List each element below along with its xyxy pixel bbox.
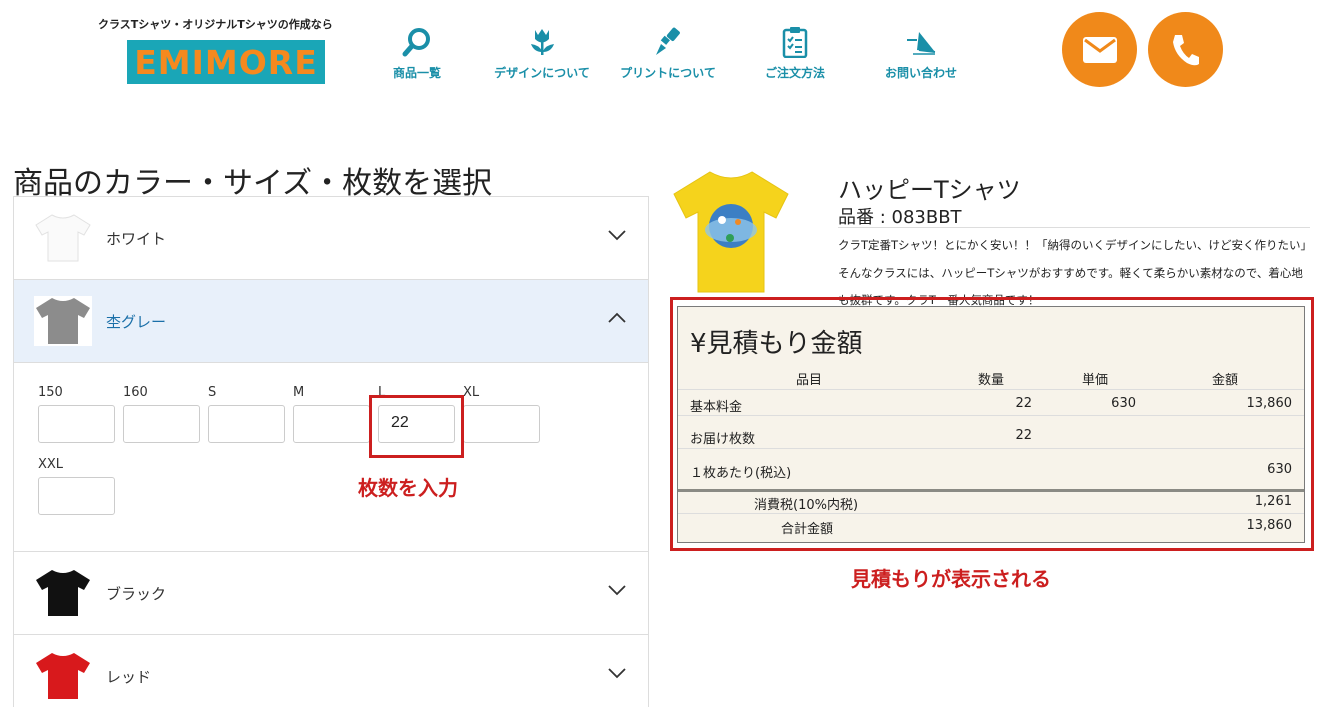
base-qty: 22 (1015, 396, 1032, 411)
color-accordion: ホワイト 杢グレー 150 160 S M L 22 XL XXL ブラック レ… (13, 196, 649, 707)
mail-button[interactable] (1062, 12, 1137, 87)
paper-plane-icon (907, 32, 936, 55)
per-piece-item: １枚あたり(税込) (690, 466, 792, 481)
delivery-item: お届け枚数 (690, 432, 756, 447)
chevron-down-icon[interactable] (608, 667, 626, 679)
estimate-annotation: 見積もりが表示される (851, 567, 1051, 591)
color-label-gray: 杢グレー (106, 312, 167, 331)
nav-design[interactable]: デザインについて (477, 26, 607, 81)
quantity-input-s[interactable] (208, 405, 285, 443)
tshirt-red-thumb (36, 653, 90, 699)
phone-button[interactable] (1148, 12, 1223, 87)
size-label: 150 (38, 385, 63, 400)
size-160: 160 (123, 385, 200, 443)
quantity-annotation: 枚数を入力 (358, 476, 458, 500)
total-amount: 13,860 (1246, 518, 1293, 533)
chevron-up-icon[interactable] (608, 312, 626, 324)
header-amount: 金額 (1212, 373, 1239, 388)
quantity-input-xxl[interactable] (38, 477, 115, 515)
color-label-red: レッド (106, 667, 152, 686)
tulip-icon (531, 29, 554, 55)
input-highlight (369, 395, 464, 458)
brand[interactable]: クラスTシャツ・オリジナルTシャツの作成なら EMIMORE (98, 16, 358, 84)
size-label: M (293, 385, 305, 400)
size-xxl: XXL (38, 457, 115, 515)
size-label: 160 (123, 385, 148, 400)
base-amount: 13,860 (1246, 396, 1293, 411)
nav-print-label: プリントについて (620, 66, 716, 80)
product-code: 品番 : 083BBT (838, 207, 962, 228)
nav-contact-label: お問い合わせ (884, 66, 957, 80)
estimate-panel: ¥見積もり金額 品目 数量 単価 金額 基本料金 22 630 13,860 お… (677, 306, 1305, 543)
tax-amount: 1,261 (1254, 494, 1292, 509)
mail-icon (1082, 36, 1117, 63)
header-qty: 数量 (978, 373, 1005, 388)
nav-order[interactable]: ご注文方法 (730, 26, 860, 81)
total-item: 合計金額 (781, 522, 834, 537)
nav-design-label: デザインについて (494, 66, 590, 80)
divider (838, 227, 1310, 228)
base-item: 基本料金 (690, 400, 743, 415)
nav-print[interactable]: プリントについて (603, 26, 733, 81)
chevron-down-icon[interactable] (608, 229, 626, 241)
estimate-title: ¥見積もり金額 (690, 329, 863, 359)
divider (678, 513, 1304, 514)
clipboard-icon (782, 27, 808, 58)
color-row-black[interactable]: ブラック (14, 552, 648, 635)
tshirt-gray-thumb (34, 296, 92, 346)
quantity-input-150[interactable] (38, 405, 115, 443)
color-row-white[interactable]: ホワイト (14, 197, 648, 280)
quantity-input-m[interactable] (293, 405, 370, 443)
color-label-white: ホワイト (106, 229, 167, 248)
header-unit: 単価 (1082, 373, 1109, 388)
quantity-input-xl[interactable] (463, 405, 540, 443)
tshirt-black-thumb (36, 570, 90, 616)
color-row-gray[interactable]: 杢グレー (14, 280, 648, 363)
size-150: 150 (38, 385, 115, 443)
color-label-black: ブラック (106, 584, 167, 603)
nav-contact[interactable]: お問い合わせ (856, 26, 986, 81)
size-panel: 150 160 S M L 22 XL XXL (14, 363, 648, 552)
product-image[interactable] (672, 168, 790, 294)
logo[interactable]: EMIMORE (127, 40, 325, 84)
size-s: S (208, 385, 285, 443)
logo-text: EMIMORE (134, 42, 318, 82)
base-unit: 630 (1111, 396, 1136, 411)
size-xl: XL (463, 385, 540, 443)
per-piece-amount: 630 (1267, 462, 1292, 477)
header-item: 品目 (796, 373, 823, 388)
size-m: M (293, 385, 370, 443)
size-label: XXL (38, 457, 64, 472)
tshirt-white-thumb (35, 214, 91, 262)
divider-thick (678, 489, 1304, 492)
color-row-red[interactable]: レッド (14, 635, 648, 707)
divider (678, 448, 1304, 449)
brush-icon (656, 27, 680, 55)
delivery-qty: 22 (1015, 428, 1032, 443)
size-label: XL (463, 385, 480, 400)
size-label: S (208, 385, 217, 400)
product-name: ハッピーTシャツ (838, 176, 1021, 204)
chevron-down-icon[interactable] (608, 584, 626, 596)
divider (678, 415, 1304, 416)
tagline: クラスTシャツ・オリジナルTシャツの作成なら (98, 18, 333, 31)
search-icon (402, 28, 430, 57)
quantity-input-160[interactable] (123, 405, 200, 443)
nav-products[interactable]: 商品一覧 (352, 26, 482, 81)
divider (678, 389, 1304, 390)
tax-item: 消費税(10%内税) (754, 498, 859, 513)
phone-icon (1172, 34, 1199, 65)
nav-products-label: 商品一覧 (392, 66, 441, 80)
nav-order-label: ご注文方法 (764, 66, 825, 80)
